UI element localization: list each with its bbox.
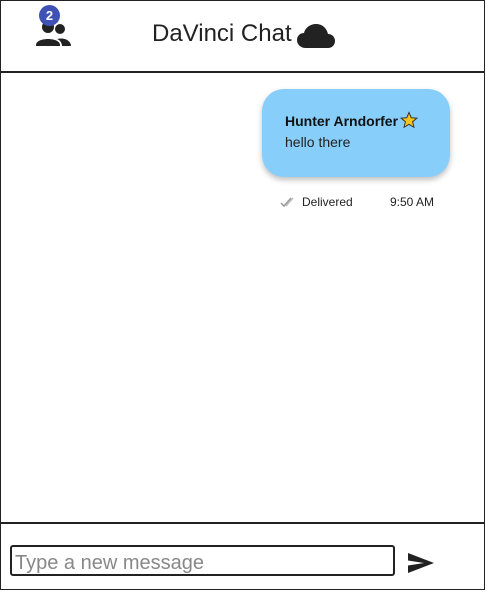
message-sender: Hunter Arndorfer (285, 113, 399, 129)
app-title: DaVinci Chat (152, 20, 292, 47)
composer (1, 522, 484, 591)
message-sender-row: Hunter Arndorfer (285, 111, 450, 129)
message-bubble: Hunter Arndorfer hello there (262, 89, 450, 177)
message-meta: Delivered 9:50 AM (280, 194, 450, 210)
star-icon (400, 111, 419, 129)
message-input[interactable] (10, 545, 395, 576)
message-list: Hunter Arndorfer hello there Delivered 9… (1, 73, 484, 522)
check-icon (280, 197, 294, 208)
send-icon (408, 553, 434, 573)
header: 2 DaVinci Chat (1, 1, 484, 73)
message-text: hello there (285, 134, 351, 150)
cloud-icon (297, 24, 335, 48)
user-count-badge: 2 (39, 5, 60, 26)
users-button[interactable]: 2 (35, 5, 75, 49)
send-button[interactable] (406, 551, 436, 575)
message-time: 9:50 AM (390, 195, 435, 209)
delivery-status: Delivered (302, 195, 353, 209)
chat-window: 2 DaVinci Chat Hunter Arndorfer hello th… (0, 0, 485, 590)
